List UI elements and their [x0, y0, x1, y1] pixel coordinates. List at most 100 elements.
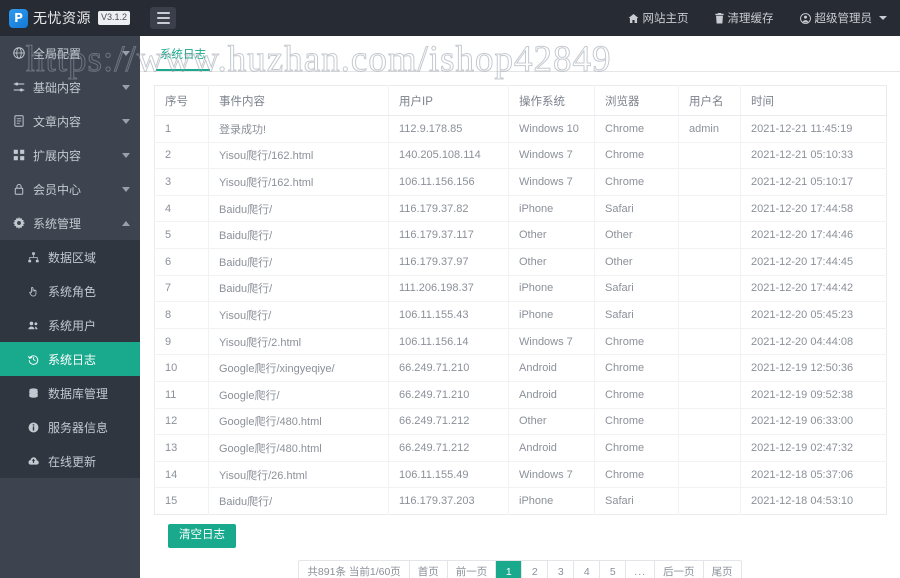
table-row: 11 Google爬行/66.249.71.210 Android Chrome 202…	[154, 381, 887, 409]
pagination-first-page[interactable]: 首页	[409, 560, 448, 578]
cell-browser: Chrome	[594, 142, 679, 170]
cell-event: Yisou爬行/162.html	[208, 168, 389, 196]
cell-user-ip: 66.249.71.210	[388, 354, 509, 382]
top-nav: 网站主页 清理缓存 超级管理员	[615, 0, 900, 36]
sidebar-item-online-update[interactable]: 在线更新	[0, 444, 140, 478]
cell-user-ip: 66.249.71.210	[388, 381, 509, 409]
top-bar: P 无忧资源 V3.1.2 网站主页 清理缓存 超级管理员	[0, 0, 900, 36]
nav-item-user[interactable]: 超级管理员	[787, 0, 900, 36]
pagination-page-2[interactable]: 2	[522, 560, 549, 578]
nav-item-home[interactable]: 网站主页	[615, 0, 702, 36]
pagination-next-page[interactable]: 后一页	[655, 560, 704, 578]
pagination-page-5[interactable]: 5	[600, 560, 627, 578]
info-circle-icon	[26, 422, 40, 433]
sidebar-item-system-role[interactable]: 系统角色	[0, 274, 140, 308]
sidebar-item-member-center-label: 会员中心	[33, 182, 82, 197]
cell-time: 2021-12-20 17:44:46	[740, 221, 887, 249]
cell-username	[678, 408, 741, 436]
cell-index: 8	[154, 301, 209, 329]
sidebar-item-extend-content-label: 扩展内容	[33, 148, 82, 163]
cell-event: Google爬行/xingyeqiye/	[208, 354, 389, 382]
hamburger-menu-icon[interactable]	[150, 7, 176, 29]
cell-user-ip: 116.179.37.97	[388, 248, 509, 276]
cell-username	[678, 487, 741, 515]
sidebar-item-member-center[interactable]: 会员中心	[0, 172, 140, 206]
chevron-down-icon	[879, 16, 887, 20]
cell-username	[678, 328, 741, 356]
cell-username	[678, 275, 741, 303]
cell-user-ip: 106.11.156.14	[388, 328, 509, 356]
table-row: 4 Baidu爬行/116.179.37.82 iPhone Safari 2021-1…	[154, 195, 887, 223]
sidebar-item-system-log[interactable]: 系统日志	[0, 342, 140, 376]
pagination-page-3[interactable]: 3	[548, 560, 575, 578]
cell-time: 2021-12-20 17:44:58	[740, 195, 887, 223]
logo-glyph: P	[14, 11, 23, 25]
cell-browser: Chrome	[594, 461, 679, 489]
sidebar-item-system-user[interactable]: 系统用户	[0, 308, 140, 342]
cell-os: iPhone	[508, 301, 595, 329]
cell-os: Other	[508, 221, 595, 249]
cell-browser: Safari	[594, 301, 679, 329]
sidebar-item-server-info[interactable]: 服务器信息	[0, 410, 140, 444]
cell-index: 11	[154, 381, 209, 409]
main-content: 系统日志 序号 事件内容 用户IP 操作系统 浏览器 用户名 时间 1 登录成功…	[140, 36, 900, 578]
cell-index: 13	[154, 434, 209, 462]
cell-time: 2021-12-19 02:47:32	[740, 434, 887, 462]
cell-index: 5	[154, 221, 209, 249]
sidebar-item-article-content-label: 文章内容	[33, 114, 82, 129]
tab-system-log[interactable]: 系统日志	[156, 46, 210, 71]
app-logo-icon: P	[9, 8, 28, 28]
table-row: 6 Baidu爬行/116.179.37.97 Other Other 2021-12-…	[154, 248, 887, 276]
cell-event: Yisou爬行/	[208, 301, 389, 329]
sidebar-item-article-content[interactable]: 文章内容	[0, 104, 140, 138]
cell-os: Android	[508, 381, 595, 409]
sidebar-item-database-management[interactable]: 数据库管理	[0, 376, 140, 410]
sidebar-item-global-config[interactable]: 全局配置	[0, 36, 140, 70]
brand-area[interactable]: P 无忧资源 V3.1.2	[0, 0, 140, 36]
cell-browser: Safari	[594, 487, 679, 515]
table-row: 13 Google爬行/480.html 66.249.71.212 Android C…	[154, 434, 887, 462]
table-header: 序号 事件内容 用户IP 操作系统 浏览器 用户名 时间	[154, 85, 887, 116]
database-icon	[26, 387, 40, 399]
cell-os: Android	[508, 354, 595, 382]
table-row: 9 Yisou爬行/2.html 106.11.156.14 Windows 7 Chr…	[154, 328, 887, 356]
cell-time: 2021-12-18 04:53:10	[751, 495, 854, 508]
cell-user-ip: 116.179.37.82	[388, 195, 509, 223]
cell-index: 9	[154, 328, 209, 356]
cell-username	[678, 301, 741, 329]
nav-item-clear-cache[interactable]: 清理缓存	[702, 0, 787, 36]
sidebar-item-system-management[interactable]: 系统管理	[0, 206, 140, 240]
cell-browser: Chrome	[594, 354, 679, 382]
pagination-prev-page[interactable]: 前一页	[447, 560, 497, 578]
pagination-last-page[interactable]: 尾页	[703, 560, 741, 578]
clear-log-button[interactable]: 清空日志	[168, 523, 236, 548]
sidebar-item-system-user-label: 系统用户	[48, 318, 97, 333]
cell-time: 2021-12-19 06:33:00	[740, 408, 887, 436]
cell-user-ip: 116.179.37.203	[388, 487, 509, 515]
cell-index: 12	[154, 408, 209, 436]
cell-time: 2021-12-21 05:10:17	[740, 168, 887, 196]
pagination-page-1[interactable]: 1	[496, 560, 523, 578]
hamburger-bar-1	[156, 12, 170, 14]
nav-item-user-label: 超级管理员	[814, 13, 873, 25]
cell-user-ip: 66.249.71.212	[388, 408, 509, 436]
chevron-down-icon	[122, 118, 130, 124]
sidebar-item-data-zone-label: 数据区域	[48, 250, 97, 265]
sidebar-item-basic-content[interactable]: 基础内容	[0, 70, 140, 104]
cell-username	[678, 434, 741, 462]
cell-index: 6	[154, 248, 209, 276]
chevron-down-icon	[122, 50, 130, 56]
cell-event: Baidu爬行/	[208, 221, 389, 249]
sidebar-item-data-zone[interactable]: 数据区域	[0, 240, 140, 274]
tab-strip: 系统日志	[140, 36, 900, 72]
cell-time: 2021-12-20 17:44:42	[740, 275, 887, 303]
chevron-up-icon	[122, 220, 130, 226]
version-badge: V3.1.2	[98, 11, 131, 25]
cell-username	[678, 381, 741, 409]
nav-item-clear-cache-label: 清理缓存	[727, 13, 774, 25]
table-row: 2 Yisou爬行/162.html 140.205.108.114 Windows …	[154, 142, 887, 170]
pagination-page-4[interactable]: 4	[574, 560, 601, 578]
sidebar-item-extend-content[interactable]: 扩展内容	[0, 138, 140, 172]
cell-event: Baidu爬行/	[208, 487, 389, 515]
action-row: 清空日志	[154, 515, 886, 548]
